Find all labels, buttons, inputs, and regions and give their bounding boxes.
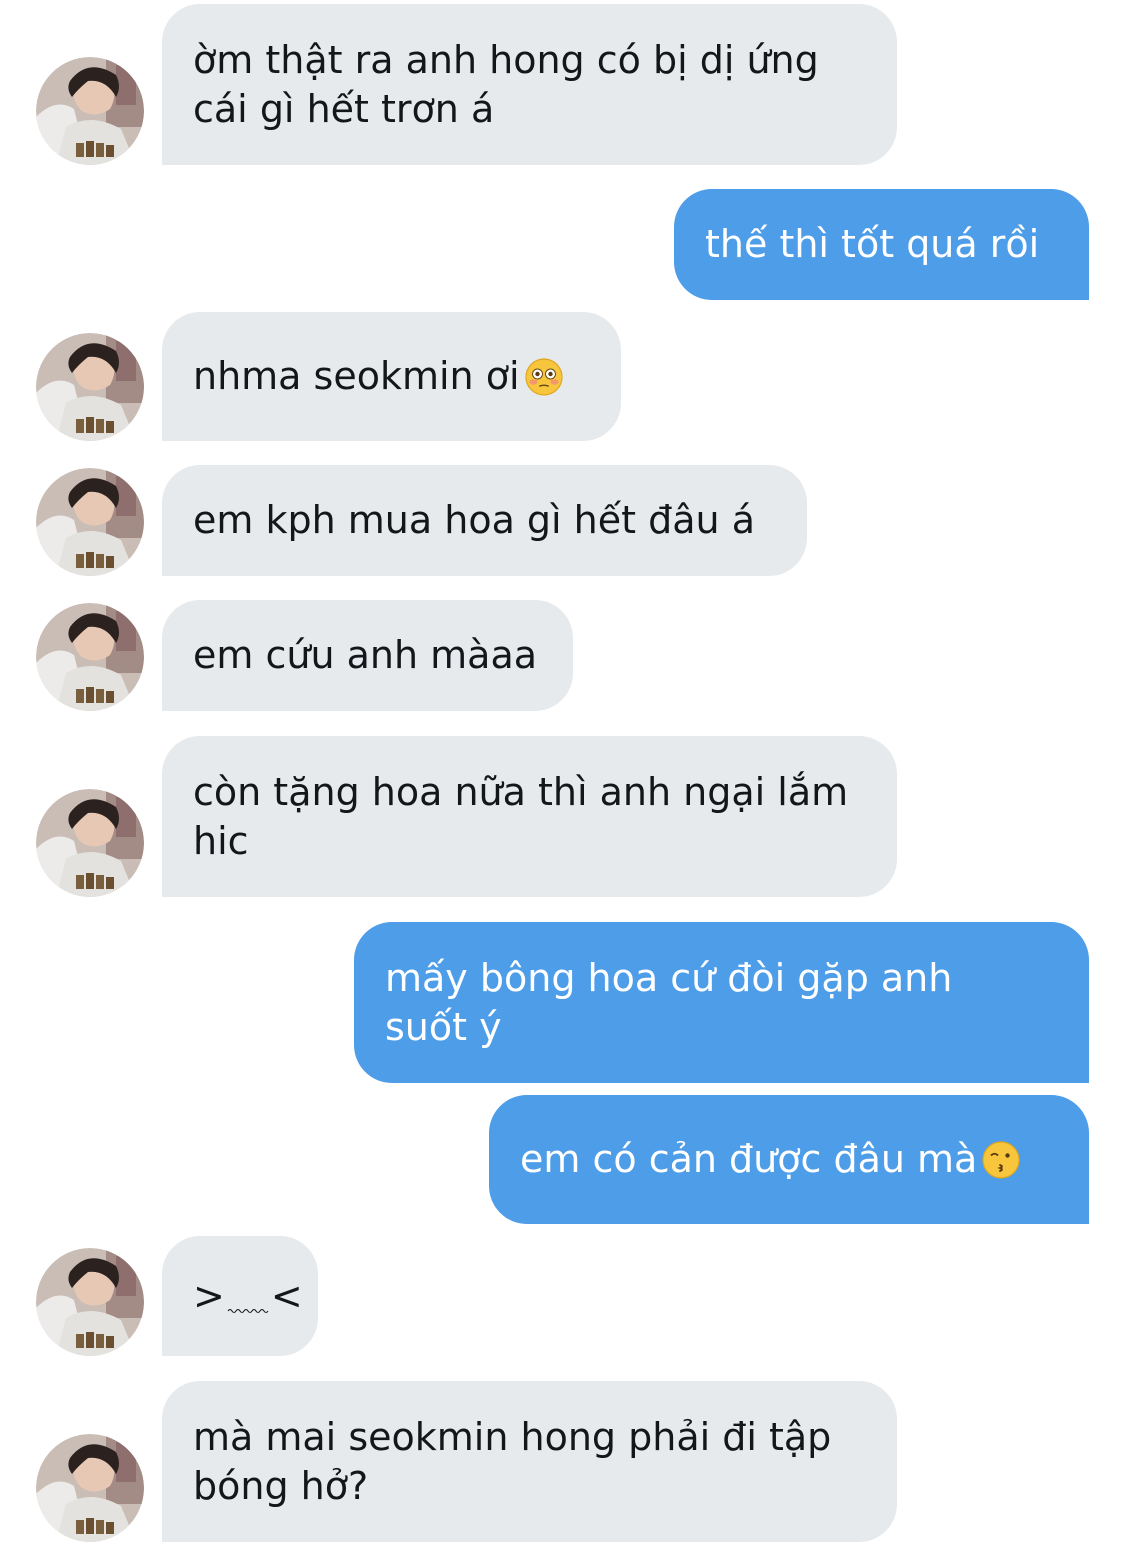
contact-avatar[interactable] (36, 1248, 144, 1356)
contact-avatar[interactable] (36, 1434, 144, 1542)
contact-avatar-photo (36, 789, 144, 897)
message-text-line: em cứu anh màaa (193, 633, 538, 677)
contact-avatar-photo (36, 468, 144, 576)
incoming-message[interactable]: ờm thật ra anh hong có bị dị ứng cái gì … (162, 4, 897, 165)
kissing-face-emoji (982, 1141, 1020, 1179)
incoming-message[interactable]: em cứu anh màaa (162, 600, 573, 711)
contact-avatar[interactable] (36, 468, 144, 576)
contact-avatar-photo (36, 1248, 144, 1356)
message-text-line: ờm thật ra anh hong có bị dị ứng (193, 37, 819, 82)
message-text-line: thế thì tốt quá rồi (705, 222, 1040, 266)
message-text-line: bóng hở? (193, 1463, 369, 1508)
incoming-message[interactable]: mà mai seokmin hong phải đi tập bóng hở? (162, 1381, 897, 1542)
message-text-line: hic (193, 818, 249, 863)
contact-avatar-photo (36, 333, 144, 441)
message-text-line: còn tặng hoa nữa thì anh ngại lắm (193, 769, 849, 814)
kaomoji-text: > < (193, 1273, 303, 1318)
contact-avatar[interactable] (36, 57, 144, 165)
message-text-line: em có cản được đâu mà (520, 1135, 1063, 1184)
message-text-line: cái gì hết trơn á (193, 86, 495, 131)
contact-avatar-photo (36, 1434, 144, 1542)
message-text-line: mấy bông hoa cứ đòi gặp anh (385, 955, 953, 1000)
incoming-message[interactable]: còn tặng hoa nữa thì anh ngại lắm hic (162, 736, 897, 897)
incoming-message[interactable]: > < (162, 1236, 318, 1356)
contact-avatar[interactable] (36, 333, 144, 441)
message-text-line: suốt ý (385, 1004, 502, 1049)
contact-avatar[interactable] (36, 603, 144, 711)
message-text-line: mà mai seokmin hong phải đi tập (193, 1414, 832, 1459)
outgoing-message[interactable]: thế thì tốt quá rồi (674, 189, 1089, 300)
contact-avatar-photo (36, 603, 144, 711)
flushed-face-emoji (524, 358, 563, 396)
contact-avatar-photo (36, 57, 144, 165)
outgoing-message[interactable]: em có cản được đâu mà (489, 1095, 1089, 1224)
message-text-line: nhma seokmin ơi (193, 352, 595, 401)
contact-avatar[interactable] (36, 789, 144, 897)
incoming-message[interactable]: em kph mua hoa gì hết đâu á (162, 465, 807, 576)
incoming-message[interactable]: nhma seokmin ơi (162, 312, 621, 441)
message-text-line: em kph mua hoa gì hết đâu á (193, 498, 755, 542)
outgoing-message[interactable]: mấy bông hoa cứ đòi gặp anh suốt ý (354, 922, 1089, 1083)
kaomoji-mouth-icon (227, 1308, 269, 1313)
